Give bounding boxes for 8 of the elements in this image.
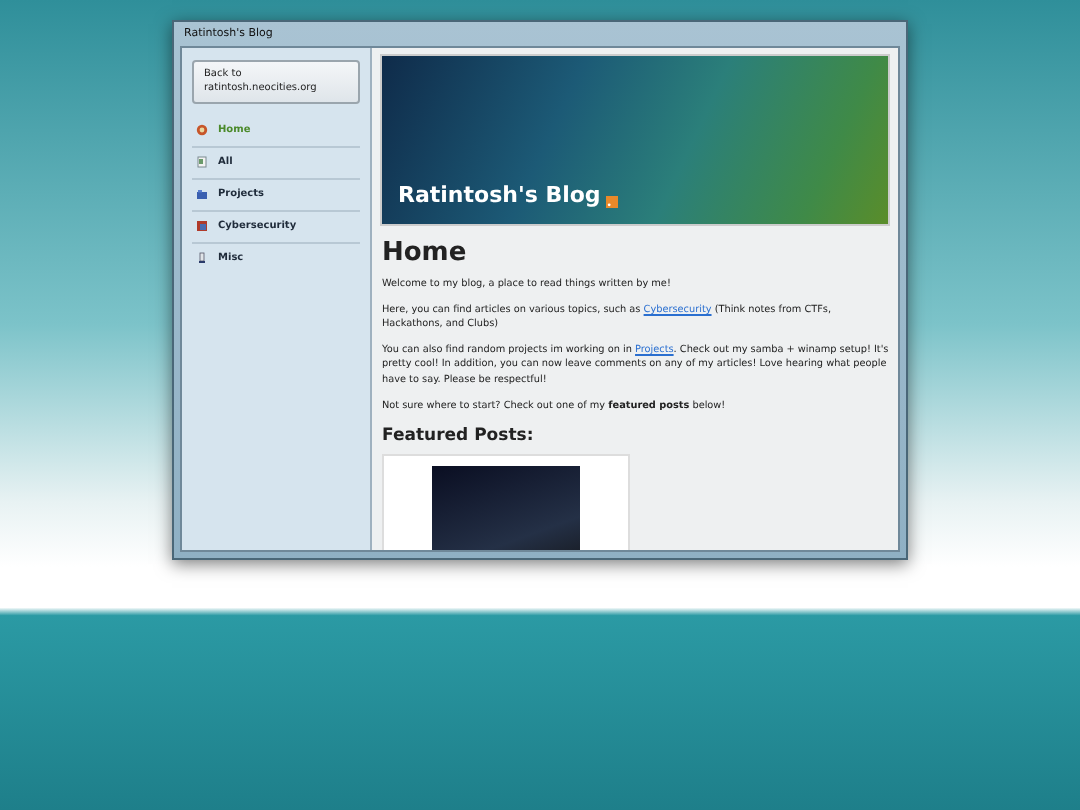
folder-icon [196, 188, 208, 200]
featured-post-card[interactable] [382, 454, 630, 550]
blog-title: Ratintosh's Blog [398, 182, 601, 208]
rss-icon[interactable] [606, 196, 619, 208]
document-icon [196, 156, 208, 168]
page-heading: Home [382, 238, 469, 268]
section-heading: Featured Posts: [382, 426, 536, 447]
home-icon [196, 124, 208, 136]
